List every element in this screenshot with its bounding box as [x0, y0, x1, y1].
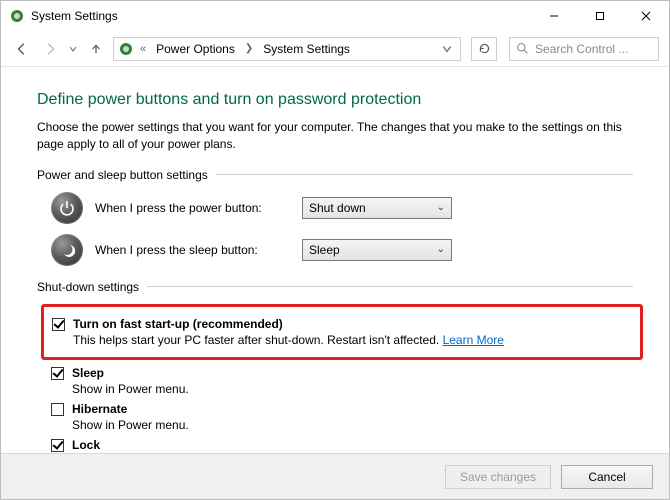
page-desc: Choose the power settings that you want …: [37, 119, 633, 154]
shutdown-options: Turn on fast start-up (recommended) This…: [51, 304, 633, 453]
section-header-buttons-label: Power and sleep button settings: [37, 168, 208, 182]
option-hibernate: Hibernate: [51, 402, 633, 416]
divider: [216, 174, 633, 175]
window-controls: [531, 1, 669, 31]
window-title: System Settings: [31, 9, 118, 23]
chevron-right-icon: ❯: [243, 43, 255, 54]
save-button[interactable]: Save changes: [445, 465, 551, 489]
breadcrumb-seg-1[interactable]: System Settings: [259, 40, 354, 58]
label-lock: Lock: [72, 438, 100, 452]
sleep-button-label: When I press the sleep button:: [95, 243, 290, 257]
label-hibernate: Hibernate: [72, 402, 127, 416]
address-bar[interactable]: « Power Options ❯ System Settings: [113, 37, 461, 61]
option-fast-startup: Turn on fast start-up (recommended): [52, 317, 632, 331]
app-icon: [9, 8, 25, 24]
search-input[interactable]: Search Control ...: [509, 37, 659, 61]
breadcrumb-seg-0[interactable]: Power Options: [152, 40, 239, 58]
section-header-buttons: Power and sleep button settings: [37, 168, 633, 182]
learn-more-link[interactable]: Learn More: [443, 333, 504, 347]
titlebar: System Settings: [1, 1, 669, 31]
checkbox-fast-startup[interactable]: [52, 318, 65, 331]
highlight-fast-startup: Turn on fast start-up (recommended) This…: [41, 304, 643, 360]
footer: Save changes Cancel: [1, 453, 669, 499]
forward-button[interactable]: [39, 38, 61, 60]
search-icon: [516, 42, 529, 55]
chevron-down-icon: ⌄: [437, 202, 445, 213]
label-sleep: Sleep: [72, 366, 104, 380]
section-header-shutdown-label: Shut-down settings: [37, 280, 139, 294]
power-button-value: Shut down: [309, 201, 366, 215]
label-fast-startup: Turn on fast start-up (recommended): [73, 317, 283, 331]
option-lock: Lock: [51, 438, 633, 452]
maximize-button[interactable]: [577, 1, 623, 31]
section-header-shutdown: Shut-down settings: [37, 280, 633, 294]
breadcrumb: Power Options ❯ System Settings: [152, 40, 354, 58]
power-button-row: When I press the power button: Shut down…: [51, 192, 633, 224]
minimize-button[interactable]: [531, 1, 577, 31]
refresh-button[interactable]: [471, 37, 497, 61]
sleep-button-select[interactable]: Sleep ⌄: [302, 239, 452, 261]
nav-row: « Power Options ❯ System Settings Search…: [1, 31, 669, 67]
breadcrumb-prefix: «: [140, 43, 146, 55]
control-panel-icon: [118, 41, 134, 57]
chevron-down-icon: ⌄: [437, 244, 445, 255]
sleep-button-row: When I press the sleep button: Sleep ⌄: [51, 234, 633, 266]
checkbox-hibernate[interactable]: [51, 403, 64, 416]
address-dropdown-icon[interactable]: [438, 44, 456, 54]
content: Define power buttons and turn on passwor…: [1, 67, 669, 453]
sleep-button-value: Sleep: [309, 243, 340, 257]
history-dropdown-icon[interactable]: [67, 45, 79, 53]
divider: [147, 286, 633, 287]
sub-fast-startup: This helps start your PC faster after sh…: [73, 333, 632, 347]
cancel-button[interactable]: Cancel: [561, 465, 653, 489]
sub-hibernate: Show in Power menu.: [72, 418, 633, 432]
option-sleep: Sleep: [51, 366, 633, 380]
search-placeholder: Search Control ...: [535, 42, 628, 56]
close-button[interactable]: [623, 1, 669, 31]
sub-sleep: Show in Power menu.: [72, 382, 633, 396]
checkbox-lock[interactable]: [51, 439, 64, 452]
sleep-icon: [51, 234, 83, 266]
up-button[interactable]: [85, 38, 107, 60]
page-title: Define power buttons and turn on passwor…: [37, 91, 633, 109]
back-button[interactable]: [11, 38, 33, 60]
power-button-label: When I press the power button:: [95, 201, 290, 215]
checkbox-sleep[interactable]: [51, 367, 64, 380]
sub-fast-startup-text: This helps start your PC faster after sh…: [73, 333, 439, 347]
power-button-select[interactable]: Shut down ⌄: [302, 197, 452, 219]
power-icon: [51, 192, 83, 224]
